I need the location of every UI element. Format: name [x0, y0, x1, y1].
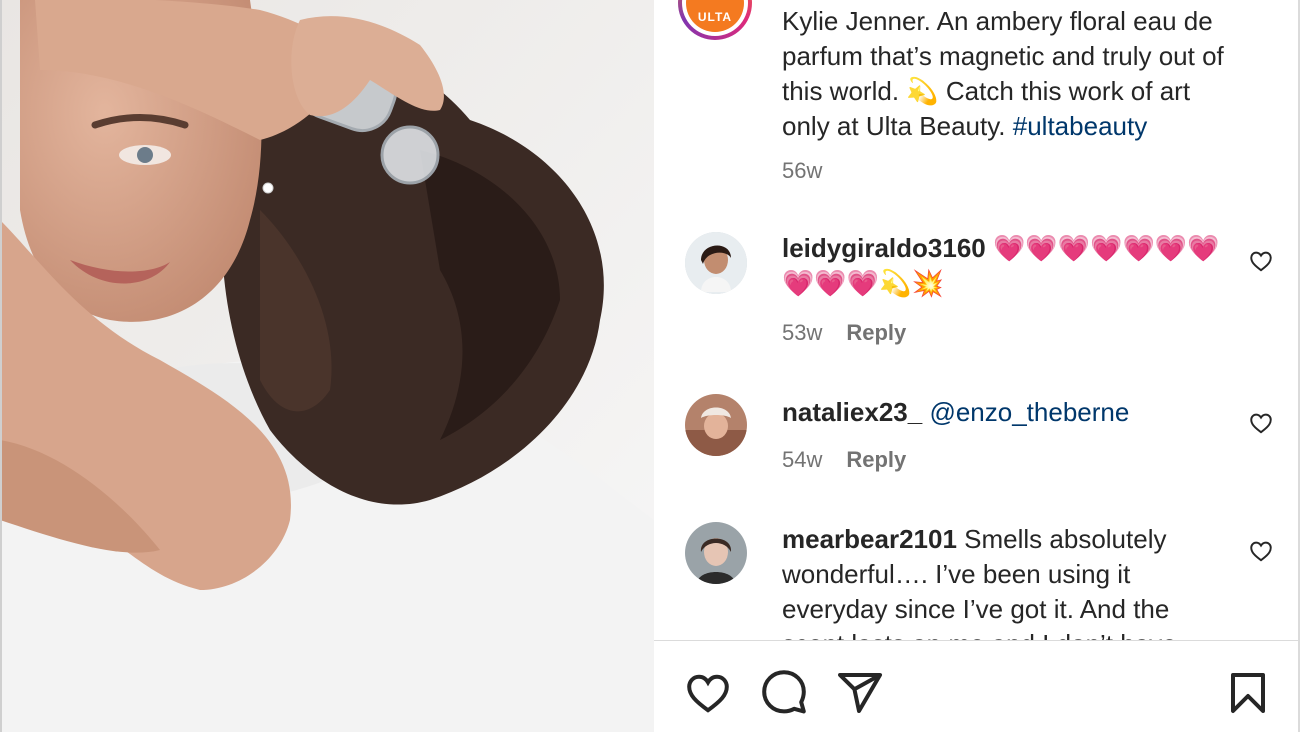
caption-line: parfum that’s magnetic and truly out of: [782, 41, 1224, 71]
post-author-avatar[interactable]: ULTA: [678, 0, 752, 40]
commenter-avatar[interactable]: [685, 394, 747, 456]
comment-age[interactable]: 54w: [782, 447, 822, 472]
caption-line: Kylie Jenner. An ambery floral eau de: [782, 6, 1213, 36]
comment-username[interactable]: mearbear2101: [782, 524, 957, 554]
comment-body: 💗💗💗💫💥: [782, 268, 944, 298]
comment-body: wonderful…. I’ve been using it: [782, 559, 1131, 589]
comment-like-icon[interactable]: [1248, 538, 1274, 564]
caption-line: this world. 💫 Catch this work of art: [782, 76, 1191, 106]
comments-panel: ULTA Kylie Jenner. An ambery floral eau …: [654, 0, 1300, 732]
comment-like-icon[interactable]: [1248, 248, 1274, 274]
heart-icon[interactable]: [684, 669, 732, 717]
reply-button[interactable]: Reply: [846, 320, 906, 345]
comment-username[interactable]: leidygiraldo3160: [782, 233, 986, 263]
comment-age[interactable]: 53w: [782, 320, 822, 345]
comment-icon[interactable]: [760, 669, 808, 717]
avatar-photo: [685, 522, 747, 584]
comment-text: nataliex23_ @enzo_theberne: [782, 395, 1222, 430]
comment-text: mearbear2101 Smells absolutely wonderful…: [782, 522, 1232, 640]
post-photo-illustration: [0, 0, 654, 732]
commenter-avatar[interactable]: [685, 522, 747, 584]
reply-button[interactable]: Reply: [846, 447, 906, 472]
hashtag-link[interactable]: #ultabeauty: [1013, 111, 1147, 141]
comment-text: leidygiraldo3160 💗💗💗💗💗💗💗 💗💗💗💫💥: [782, 231, 1222, 301]
comment-body: scent lasts on me and I don’t have: [782, 627, 1232, 640]
avatar-photo: [685, 394, 747, 456]
comment-username[interactable]: nataliex23_: [782, 397, 922, 427]
commenter-avatar[interactable]: [685, 232, 747, 294]
share-icon[interactable]: [836, 669, 884, 717]
caption-line: only at Ulta Beauty.: [782, 111, 1006, 141]
comment-meta: 54w Reply: [782, 447, 906, 473]
bookmark-icon[interactable]: [1224, 669, 1272, 717]
mention-link[interactable]: @enzo_theberne: [929, 397, 1129, 427]
comment-like-icon[interactable]: [1248, 410, 1274, 436]
comment-meta: 53w Reply: [782, 320, 906, 346]
comment-body: Smells absolutely: [964, 524, 1167, 554]
avatar-photo: [685, 232, 747, 294]
post-age[interactable]: 56w: [782, 158, 822, 184]
ulta-logo-text: ULTA: [697, 10, 733, 24]
comment-body: everyday since I’ve got it. And the: [782, 594, 1170, 624]
image-border: [0, 0, 2, 732]
post-caption: Kylie Jenner. An ambery floral eau de pa…: [782, 4, 1282, 144]
comment-body: 💗💗💗💗💗💗💗: [993, 233, 1220, 263]
post-image[interactable]: [0, 0, 654, 732]
post-action-bar: [654, 640, 1300, 733]
